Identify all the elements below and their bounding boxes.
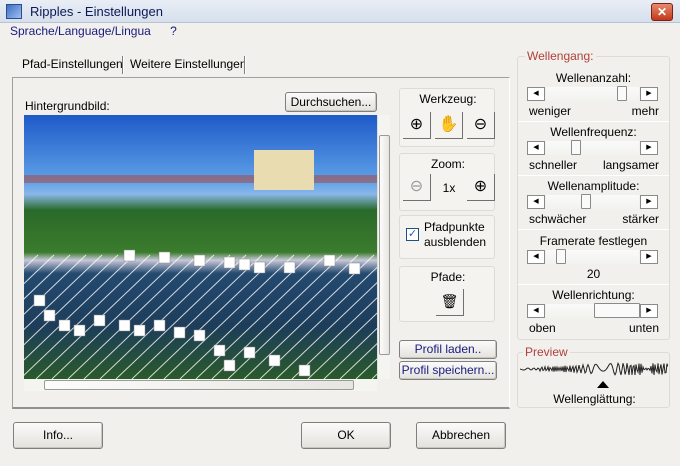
- paths-group: Pfade: 🗑: [399, 266, 495, 322]
- count-slider-thumb[interactable]: [617, 86, 627, 101]
- divider: [518, 175, 669, 176]
- framerate-right-arrow-icon[interactable]: ▶: [640, 250, 658, 264]
- amplitude-slider[interactable]: [546, 195, 639, 209]
- background-image-canvas[interactable]: [24, 115, 377, 379]
- zoom-title: Zoom:: [430, 157, 465, 171]
- frequency-label: Wellenfrequenz:: [550, 125, 637, 139]
- count-left-arrow-icon[interactable]: ◀: [527, 87, 545, 101]
- horizontal-scrollbar[interactable]: [24, 379, 377, 391]
- zoom-out-tool-icon[interactable]: ⊖: [467, 112, 495, 139]
- direction-max-label: unten: [628, 321, 659, 335]
- framerate-left-arrow-icon[interactable]: ◀: [527, 250, 545, 264]
- path-overlay: [24, 150, 377, 379]
- direction-left-arrow-icon[interactable]: ◀: [527, 304, 545, 318]
- frequency-slider[interactable]: [546, 141, 639, 155]
- tab-separator: [122, 56, 124, 74]
- background-label: Hintergrundbild:: [25, 99, 110, 113]
- browse-button[interactable]: Durchsuchen...: [285, 92, 377, 112]
- preview-group: Wellenglättung:: [517, 352, 670, 408]
- amplitude-max-label: stärker: [622, 212, 659, 226]
- tab-path-settings[interactable]: Pfad-Einstellungen: [22, 57, 123, 71]
- framerate-label: Framerate festlegen: [539, 234, 648, 248]
- amplitude-left-arrow-icon[interactable]: ◀: [527, 195, 545, 209]
- load-profile-button[interactable]: Profil laden..: [399, 340, 497, 359]
- save-profile-button[interactable]: Profil speichern...: [399, 361, 497, 380]
- wave-group-title: Wellengang:: [525, 49, 596, 63]
- zoom-level: 1x: [442, 181, 456, 195]
- hide-points-checkbox[interactable]: ✓: [406, 228, 419, 241]
- count-label: Wellenanzahl:: [555, 71, 632, 85]
- divider: [518, 121, 669, 122]
- zoom-in-tool-icon[interactable]: ⊕: [403, 112, 431, 139]
- framerate-slider-thumb[interactable]: [556, 249, 566, 264]
- menu-language[interactable]: Sprache/Language/Lingua: [10, 24, 151, 38]
- cancel-button[interactable]: Abbrechen: [416, 422, 506, 449]
- app-icon: [6, 4, 22, 19]
- direction-right-arrow-icon[interactable]: ▶: [640, 304, 658, 318]
- direction-min-label: oben: [529, 321, 556, 335]
- smoothing-label: Wellenglättung:: [553, 392, 636, 406]
- smoothing-slider-thumb[interactable]: [597, 381, 609, 388]
- amplitude-right-arrow-icon[interactable]: ▶: [640, 195, 658, 209]
- direction-slider-thumb[interactable]: [594, 303, 640, 318]
- frequency-max-label: langsamer: [602, 158, 659, 172]
- count-right-arrow-icon[interactable]: ▶: [640, 87, 658, 101]
- vertical-scroll-thumb[interactable]: [379, 135, 390, 355]
- zoom-out-icon[interactable]: ⊖: [403, 174, 431, 201]
- direction-label: Wellenrichtung:: [552, 288, 635, 302]
- vertical-scrollbar[interactable]: [377, 115, 390, 379]
- count-max-label: mehr: [631, 104, 659, 118]
- hide-points-group: ✓ Pfadpunkte ausblenden: [399, 215, 495, 259]
- info-button[interactable]: Info...: [13, 422, 103, 449]
- frequency-right-arrow-icon[interactable]: ▶: [640, 141, 658, 155]
- horizontal-scroll-thumb[interactable]: [44, 380, 354, 390]
- close-button[interactable]: ✕: [651, 3, 673, 21]
- divider: [518, 284, 669, 285]
- menu-help[interactable]: ?: [170, 24, 177, 38]
- frequency-slider-thumb[interactable]: [571, 140, 581, 155]
- preview-title: Preview: [523, 345, 570, 359]
- ok-button[interactable]: OK: [301, 422, 391, 449]
- tool-group: Werkzeug: ⊕ ✋ ⊖: [399, 88, 495, 147]
- framerate-value: 20: [586, 267, 601, 281]
- amplitude-label: Wellenamplitude:: [547, 179, 640, 193]
- zoom-in-icon[interactable]: ⊕: [467, 174, 495, 201]
- tab-more-settings[interactable]: Weitere Einstellungen: [130, 57, 247, 71]
- tab-separator: [244, 56, 246, 74]
- window-title: Ripples - Einstellungen: [30, 4, 163, 19]
- wave-preview: [520, 362, 668, 376]
- divider: [518, 229, 669, 230]
- zoom-group: Zoom: ⊖ 1x ⊕: [399, 153, 495, 211]
- menu-bar: Sprache/Language/Lingua ?: [10, 24, 193, 38]
- amplitude-slider-thumb[interactable]: [581, 194, 591, 209]
- paths-title: Pfade:: [430, 270, 466, 284]
- frequency-left-arrow-icon[interactable]: ◀: [527, 141, 545, 155]
- tool-title: Werkzeug:: [419, 92, 477, 106]
- hand-tool-icon[interactable]: ✋: [435, 112, 463, 139]
- trash-icon[interactable]: 🗑: [436, 289, 464, 316]
- hide-points-label: Pfadpunkte ausblenden: [424, 220, 487, 249]
